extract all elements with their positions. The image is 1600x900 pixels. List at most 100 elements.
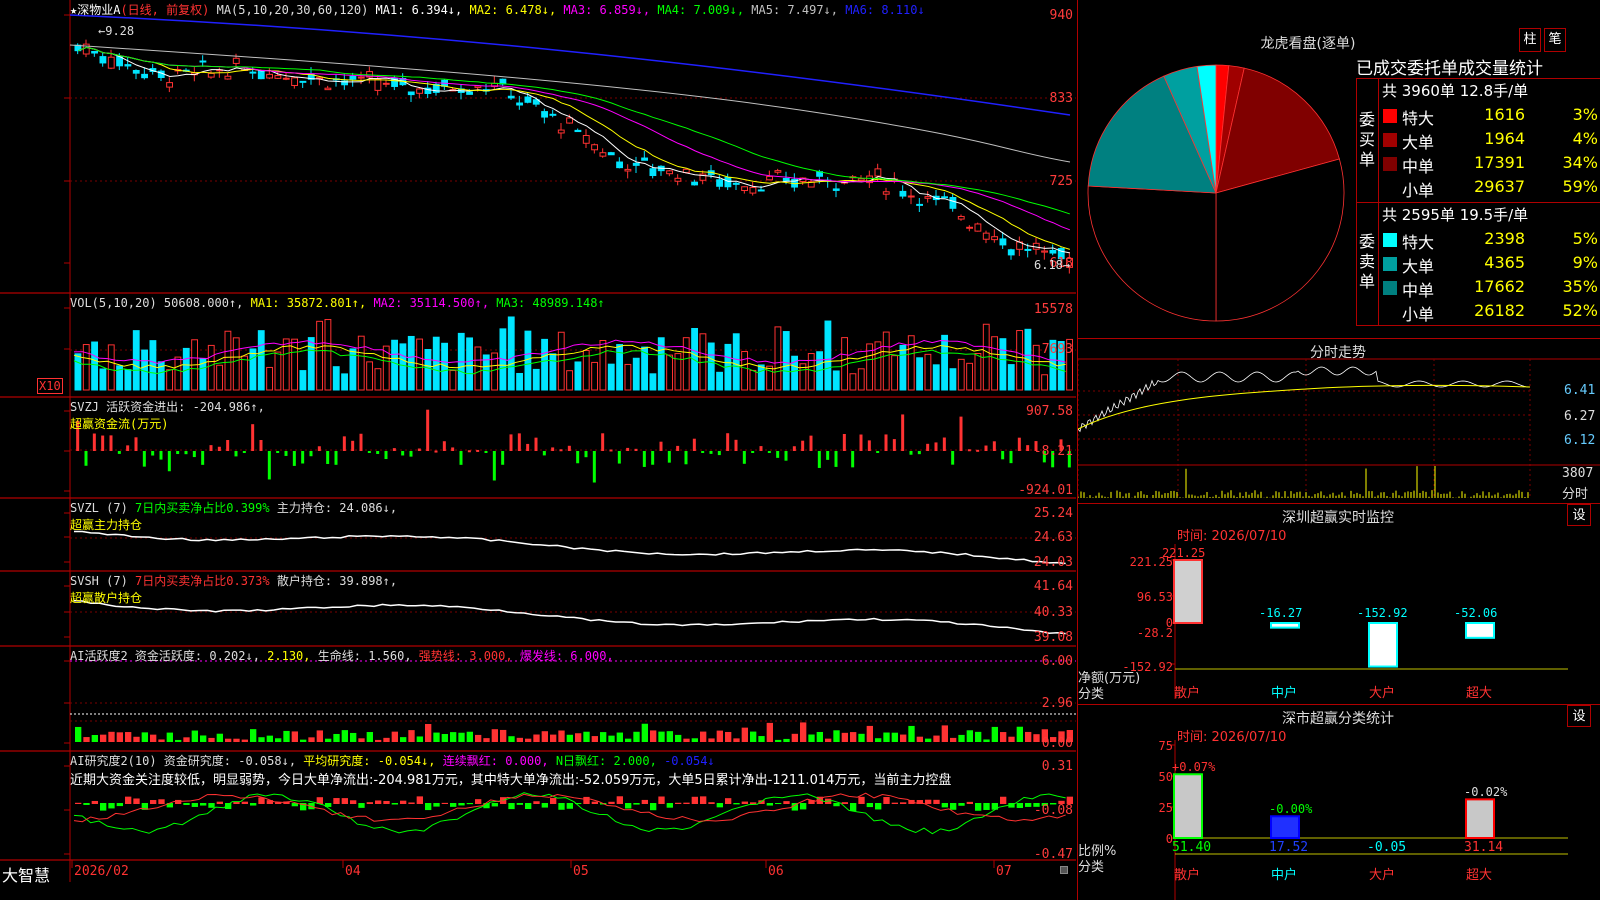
volume-bar	[532, 368, 540, 391]
ai1-axis-label: 6.00	[1041, 654, 1073, 669]
activity-bar	[183, 737, 190, 742]
period-mode[interactable]: (日线, 前复权)	[120, 3, 209, 17]
flow-bar	[909, 451, 913, 455]
volume-bar	[474, 346, 482, 391]
flow-bar	[684, 451, 688, 465]
activity-bar	[816, 731, 823, 742]
volume-bar	[366, 361, 373, 391]
research-bar	[950, 803, 957, 810]
volume-bar	[541, 338, 549, 391]
volume-bar	[591, 361, 599, 391]
svsh-axis-label: 41.64	[1033, 579, 1073, 594]
activity-bar	[866, 725, 873, 742]
bar-mode-button[interactable]: 柱	[1519, 28, 1541, 52]
ratio-bar	[1173, 773, 1203, 839]
classify-category: 超大	[1466, 868, 1493, 883]
research-bar	[641, 799, 648, 804]
research-bar	[833, 803, 840, 807]
stat-value: 4365	[1484, 253, 1525, 272]
candle-body	[416, 88, 423, 94]
ai2-axis-label: 0.31	[1041, 759, 1073, 774]
tick-mode-button[interactable]: 笔	[1544, 28, 1566, 52]
activity-bar	[716, 730, 723, 742]
activity-bar	[616, 732, 623, 742]
activity-bar	[350, 732, 357, 742]
color-swatch	[1383, 257, 1397, 271]
activity-bar	[358, 738, 365, 742]
activity-bar	[100, 734, 107, 742]
lock-icon[interactable]	[1060, 866, 1068, 874]
research-bar	[900, 802, 907, 804]
candle-body	[132, 70, 140, 74]
flow-bar	[142, 451, 146, 467]
flow-bar	[767, 451, 771, 453]
stat-pct: 34%	[1562, 153, 1598, 172]
research-bar	[891, 802, 898, 804]
activity-bar	[491, 729, 498, 742]
flow-bar	[592, 451, 596, 483]
volume-bar	[757, 364, 765, 391]
activity-bar	[200, 735, 207, 742]
volume-bar	[607, 363, 615, 391]
buy-side-label: 委买单	[1359, 110, 1376, 169]
activity-bar	[425, 724, 432, 742]
monitor-category: 超大	[1466, 686, 1493, 701]
candle-body	[357, 76, 365, 79]
flow-bar	[976, 449, 980, 452]
sell-side-label: 委卖单	[1359, 232, 1376, 291]
monitor-category: 散户	[1174, 686, 1201, 701]
research-bar	[625, 803, 632, 809]
activity-bar	[633, 731, 640, 742]
research-bar	[408, 802, 415, 804]
activity-bar	[600, 732, 607, 742]
activity-bar	[150, 734, 157, 742]
candle-body	[466, 91, 473, 95]
activity-bar	[391, 731, 398, 742]
activity-bar	[966, 730, 973, 742]
date-label: 06	[768, 864, 784, 879]
flow-bar	[551, 447, 555, 451]
net-amount-value: 221.25	[1162, 546, 1206, 560]
net-amount-bar	[1465, 622, 1495, 639]
activity-bar	[366, 732, 373, 742]
intraday-axis-label: 6.27	[1564, 409, 1596, 424]
flow-bar	[992, 441, 996, 451]
activity-bar	[675, 734, 682, 742]
flow-bar	[284, 451, 288, 456]
activity-bar	[208, 737, 215, 742]
activity-bar	[883, 732, 890, 742]
svzj-legend: SVZJ 活跃资金进出: -204.986↑, 超赢资金流(万元)	[70, 398, 265, 432]
candle-body	[574, 129, 582, 133]
flow-bar	[742, 451, 746, 464]
stock-name[interactable]: ★深物业A	[70, 3, 120, 17]
flow-bar	[301, 451, 305, 464]
main-chart-area[interactable]: ★深物业A(日线, 前复权) MA(5,10,20,30,60,120) MA1…	[0, 0, 1077, 885]
stat-label: 小单	[1402, 181, 1435, 200]
monitor-bar-chart	[1171, 544, 1568, 699]
kline-canvas[interactable]	[0, 0, 1077, 882]
intraday-chart[interactable]	[1078, 339, 1600, 503]
ai2-cont: 连续飘红: 0.000,	[442, 754, 549, 768]
research-bar	[441, 802, 448, 804]
flow-bar	[267, 451, 271, 480]
activity-bar	[758, 736, 765, 742]
ratio-value: -0.05	[1367, 840, 1407, 855]
activity-bar	[908, 725, 915, 742]
flow-bar	[376, 451, 380, 454]
activity-bar	[500, 729, 507, 742]
vol-axis-label: 7693	[1041, 342, 1073, 357]
intraday-panel[interactable]: 分时走势 6.41 6.27 6.12 3807 分时	[1078, 339, 1600, 503]
flow-bar	[826, 451, 830, 460]
stat-label: 特大	[1402, 109, 1435, 128]
svsh-hold: 散户持仓: 39.898↑,	[276, 574, 398, 588]
flow-bar	[384, 451, 388, 460]
activity-bar	[625, 738, 632, 742]
research-bar	[1000, 796, 1007, 804]
research-bar	[491, 803, 498, 807]
research-bar	[675, 802, 682, 804]
research-bar	[975, 803, 982, 811]
research-bar	[158, 799, 165, 804]
date-label: 05	[573, 864, 589, 879]
ai1-life: 生命线: 1.560,	[317, 649, 412, 663]
flow-bar	[192, 451, 196, 458]
